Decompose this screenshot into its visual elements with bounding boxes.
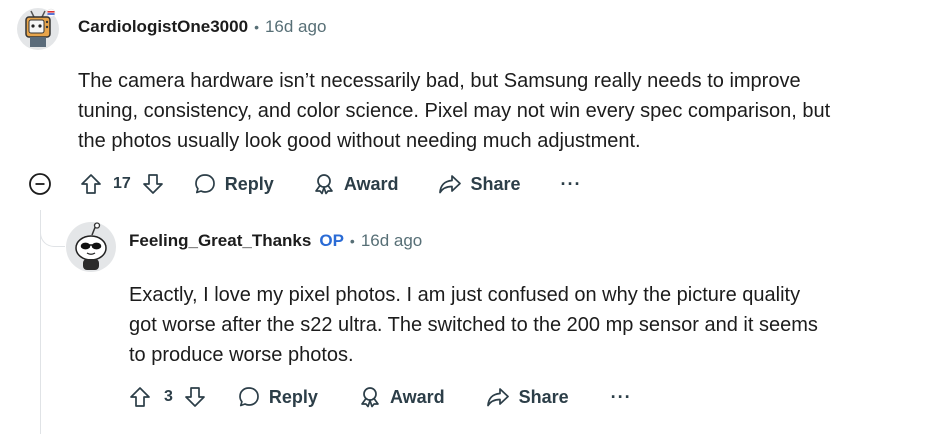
- downvote-button[interactable]: [183, 385, 207, 409]
- reply-body: Exactly, I love my pixel photos. I am ju…: [129, 280, 818, 370]
- comment-action-bar: 17 Reply Award Share ···: [28, 172, 582, 196]
- reply-body-line: to produce worse photos.: [129, 344, 354, 366]
- user-avatar[interactable]: [17, 8, 59, 50]
- collapse-thread-button[interactable]: [28, 172, 52, 196]
- share-arrow-icon: [438, 175, 461, 194]
- vote-count: 17: [113, 175, 131, 192]
- award-ribbon-icon: [361, 387, 379, 408]
- reply-button[interactable]: Reply: [193, 172, 274, 196]
- award-button[interactable]: Award: [358, 385, 445, 409]
- reply-label: Reply: [268, 386, 318, 407]
- reply-body-line: Exactly, I love my pixel photos. I am ju…: [129, 284, 801, 306]
- speech-bubble-icon: [194, 174, 215, 194]
- reply-timestamp[interactable]: 16d ago: [361, 231, 422, 251]
- comment-body-line: tuning, consistency, and color science. …: [78, 100, 831, 122]
- speech-bubble-icon: [239, 387, 259, 407]
- tv-avatar-icon: [17, 8, 59, 50]
- downvote-button[interactable]: [141, 172, 165, 196]
- share-arrow-icon: [486, 388, 509, 407]
- more-options-button[interactable]: ···: [561, 174, 582, 195]
- reply-thread-connector: [40, 210, 65, 247]
- reply-label: Reply: [224, 173, 274, 194]
- award-label: Award: [389, 386, 445, 407]
- downvote-arrow-icon: [142, 174, 163, 194]
- op-badge: OP: [319, 231, 344, 250]
- meta-separator: •: [254, 19, 259, 35]
- award-label: Award: [343, 173, 399, 194]
- sunglasses-snoo-avatar-icon: [66, 222, 116, 272]
- award-ribbon-icon: [314, 174, 333, 195]
- award-button[interactable]: Award: [312, 172, 399, 196]
- reply-button[interactable]: Reply: [237, 385, 318, 409]
- comment-author[interactable]: CardiologistOne3000: [78, 17, 248, 37]
- reply-user-avatar[interactable]: [66, 222, 116, 272]
- meta-separator: •: [349, 233, 355, 249]
- collapse-minus-icon: [29, 173, 51, 195]
- comment-body-line: The camera hardware isn’t necessarily ba…: [78, 70, 801, 92]
- vote-count: 3: [164, 388, 173, 405]
- comment-header: CardiologistOne3000 • 16d ago: [78, 17, 326, 37]
- thread-line: [40, 210, 41, 434]
- upvote-arrow-icon: [130, 387, 150, 407]
- share-button[interactable]: Share: [485, 385, 569, 409]
- share-label: Share: [518, 386, 569, 407]
- reply-action-bar: 3 Reply Award Share ···: [128, 385, 632, 409]
- more-options-button[interactable]: ···: [611, 387, 632, 408]
- reply-header: Feeling_Great_Thanks OP • 16d ago: [129, 231, 422, 251]
- reply-body-line: got worse after the s22 ultra. The switc…: [129, 314, 818, 336]
- comment-body: The camera hardware isn’t necessarily ba…: [78, 66, 830, 156]
- reply-author[interactable]: Feeling_Great_Thanks: [129, 231, 311, 251]
- share-label: Share: [470, 173, 521, 194]
- upvote-arrow-icon: [81, 174, 101, 194]
- upvote-button[interactable]: [79, 172, 103, 196]
- share-button[interactable]: Share: [437, 172, 521, 196]
- comment-body-line: the photos usually look good without nee…: [78, 130, 641, 152]
- downvote-arrow-icon: [185, 387, 205, 407]
- upvote-button[interactable]: [128, 385, 152, 409]
- comment-timestamp[interactable]: 16d ago: [265, 17, 326, 37]
